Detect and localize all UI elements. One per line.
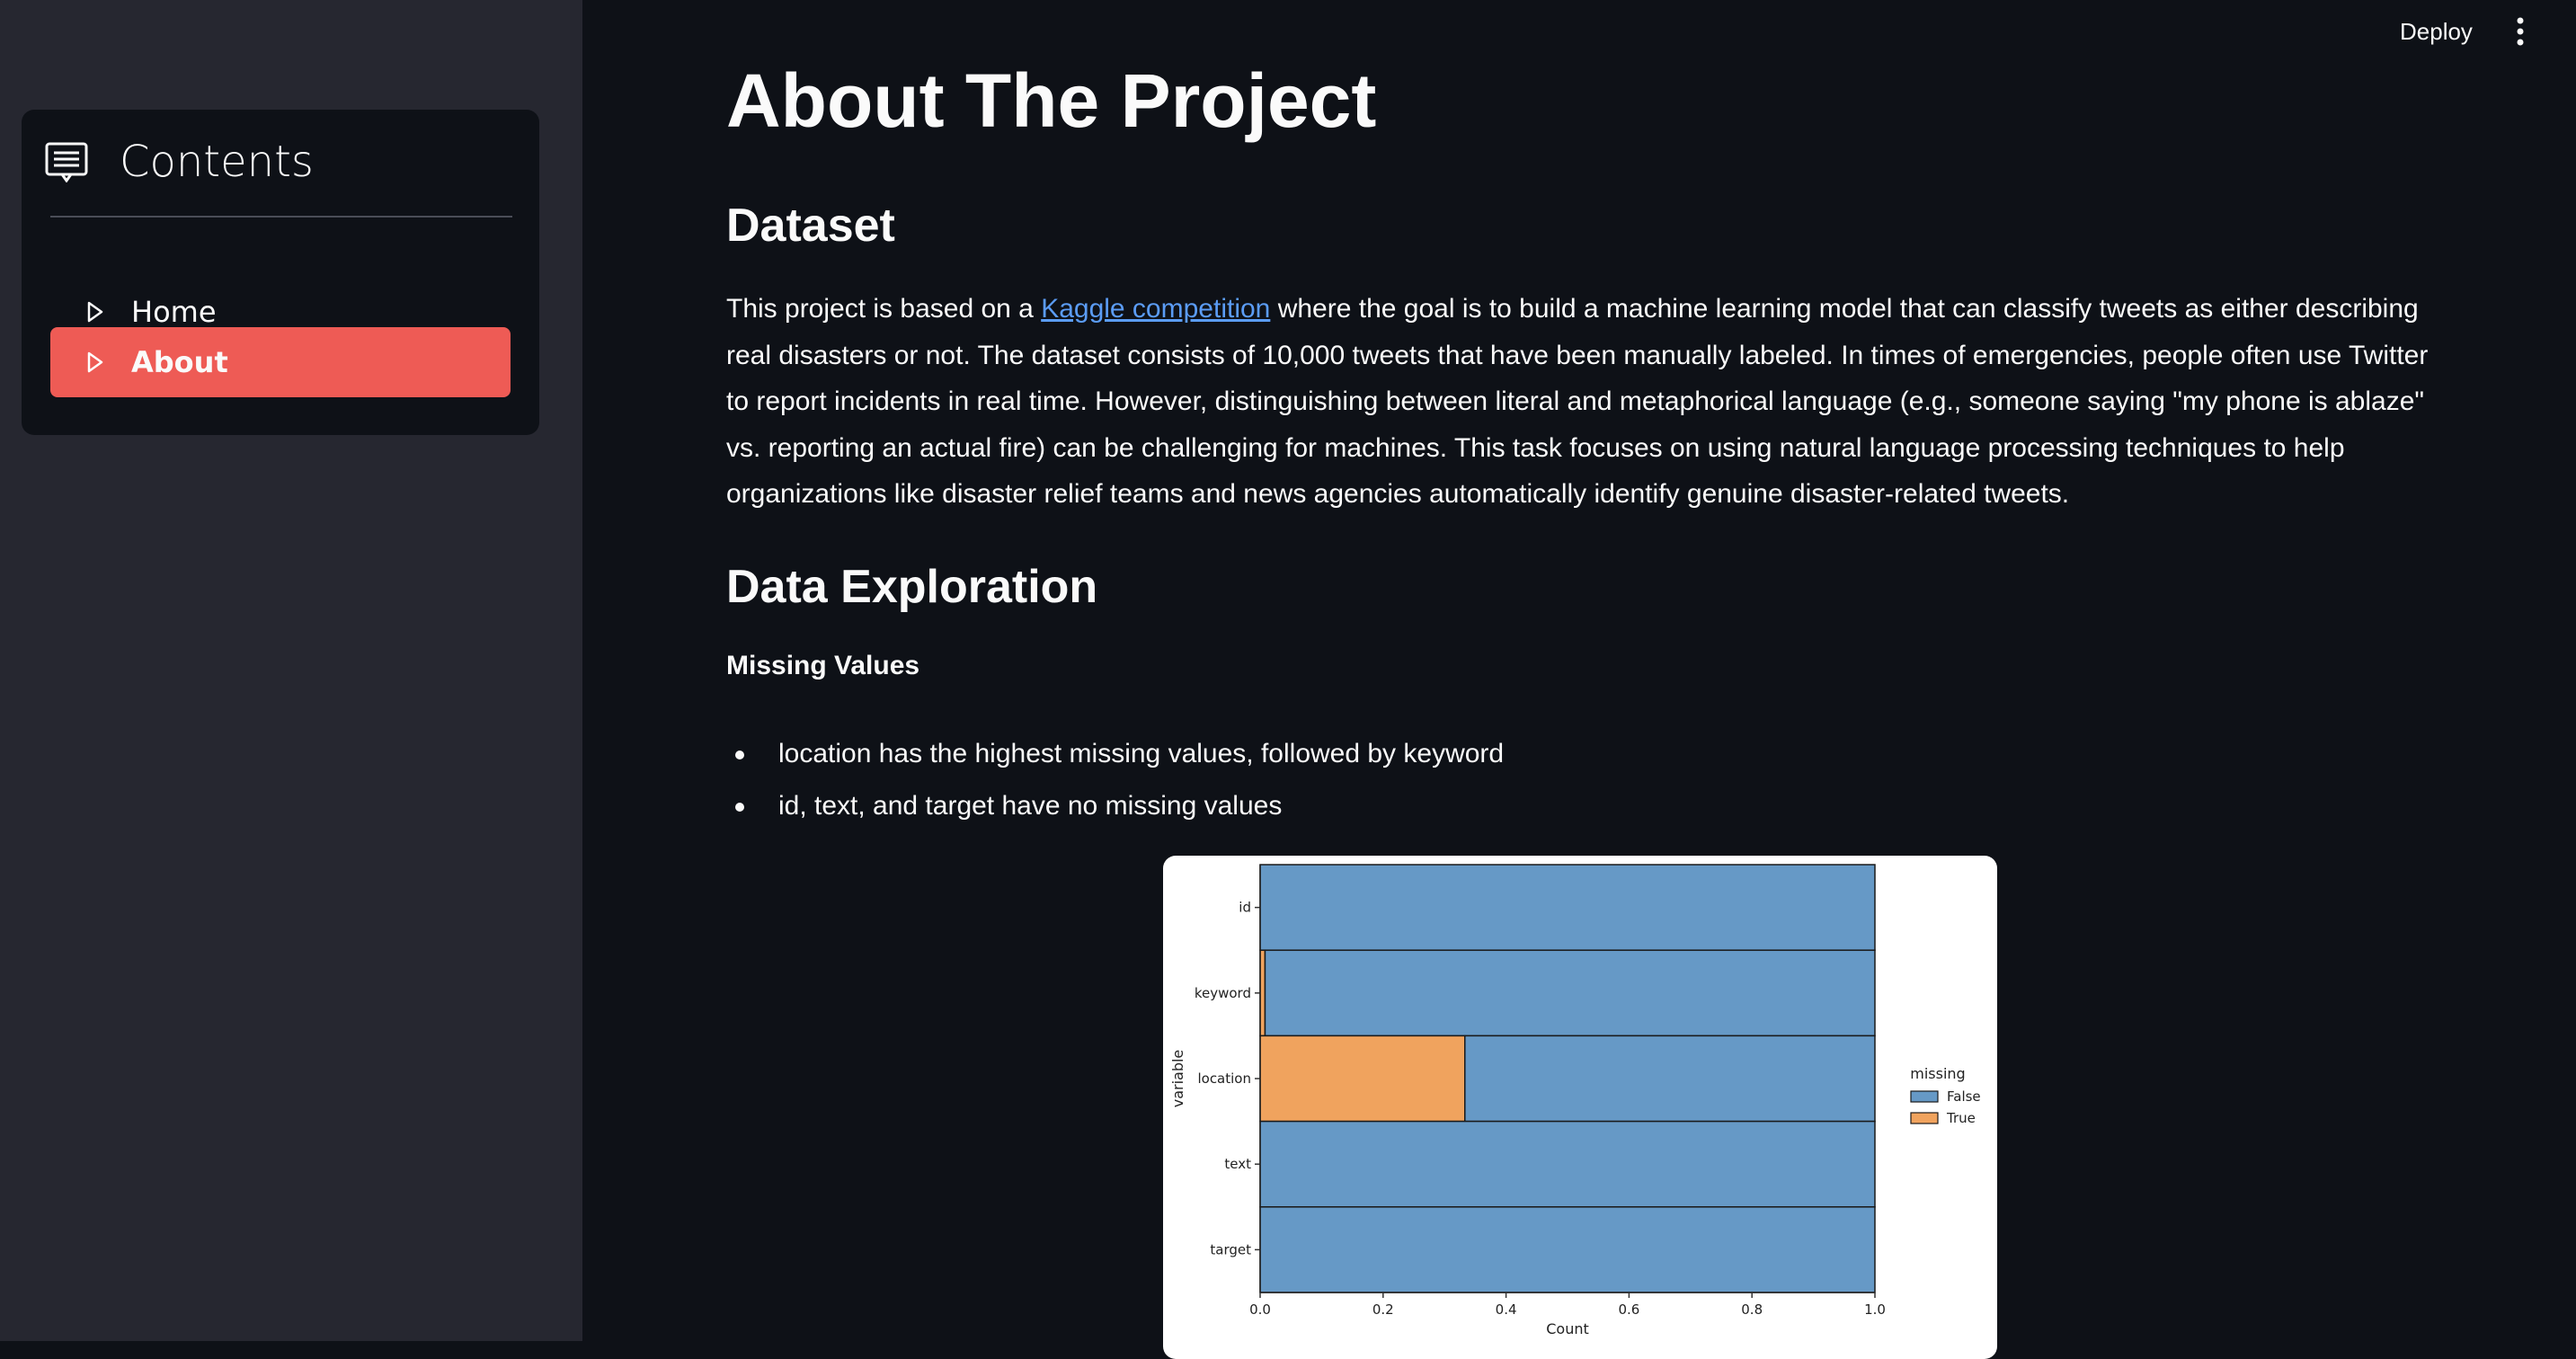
x-tick-label: 0.6	[1618, 1301, 1639, 1318]
y-tick-label: id	[1239, 900, 1251, 916]
list-item: location has the highest missing values,…	[726, 728, 1504, 780]
bar-false-text	[1259, 1120, 1876, 1208]
legend-swatch-false	[1910, 1090, 1939, 1103]
x-tick-label: 0.2	[1372, 1301, 1394, 1318]
y-tick-label: target	[1210, 1241, 1251, 1257]
exploration-heading: Data Exploration	[726, 561, 1098, 613]
missing-values-chart: id keyword location text target 0.0 0.2 0.4 0.6 0…	[1163, 856, 1997, 1359]
sidebar: Contents Home About	[0, 0, 582, 1341]
desc-text-end: where the goal is to build a machine lea…	[726, 294, 2429, 509]
x-tick-label: 0.4	[1496, 1301, 1517, 1318]
menu-header: Contents	[22, 110, 484, 214]
y-axis-label: variable	[1169, 1050, 1186, 1108]
y-tick-label: keyword	[1195, 985, 1251, 1001]
vertical-dots-icon[interactable]	[2508, 16, 2533, 47]
menu-title: Contents	[120, 137, 314, 187]
kaggle-link[interactable]: Kaggle competition	[1041, 294, 1270, 324]
x-tick-label: 1.0	[1864, 1301, 1886, 1318]
bar-false-keyword	[1264, 949, 1876, 1037]
sidebar-item-label: Home	[131, 295, 217, 329]
menu-divider	[50, 216, 512, 218]
chart-svg: id keyword location text target 0.0 0.2 0.4 0.6 0…	[1169, 864, 1981, 1337]
missing-values-heading: Missing Values	[726, 651, 920, 680]
legend-label-true: True	[1946, 1110, 1976, 1126]
legend-title: missing	[1910, 1065, 1965, 1082]
bar-false-location	[1464, 1035, 1876, 1123]
sidebar-item-label: About	[131, 345, 228, 379]
contents-menu: Contents Home About	[22, 110, 539, 435]
legend-swatch-true	[1910, 1112, 1939, 1124]
bar-true-location	[1259, 1035, 1466, 1123]
dataset-heading: Dataset	[726, 200, 895, 252]
bar-false-target	[1259, 1206, 1876, 1293]
x-tick-label: 0.0	[1249, 1301, 1271, 1318]
page-title: About The Project	[726, 58, 1377, 143]
missing-values-list: location has the highest missing values,…	[726, 728, 1504, 832]
y-tick-label: location	[1197, 1070, 1251, 1087]
deploy-button[interactable]: Deploy	[2393, 13, 2480, 51]
dataset-description: This project is based on a Kaggle compet…	[726, 286, 2434, 518]
bar-true-keyword	[1259, 949, 1266, 1037]
legend-label-false: False	[1947, 1088, 1981, 1105]
list-doc-icon	[45, 142, 88, 182]
y-tick-label: text	[1224, 1156, 1251, 1172]
desc-text-start: This project is based on a	[726, 294, 1042, 324]
x-tick-label: 0.8	[1741, 1301, 1763, 1318]
sidebar-item-about[interactable]: About	[50, 327, 511, 397]
bar-false-id	[1259, 864, 1876, 951]
list-item: id, text, and target have no missing val…	[726, 780, 1504, 832]
triangle-right-icon	[87, 351, 103, 373]
x-axis-label: Count	[1546, 1320, 1589, 1337]
triangle-right-icon	[87, 301, 103, 323]
